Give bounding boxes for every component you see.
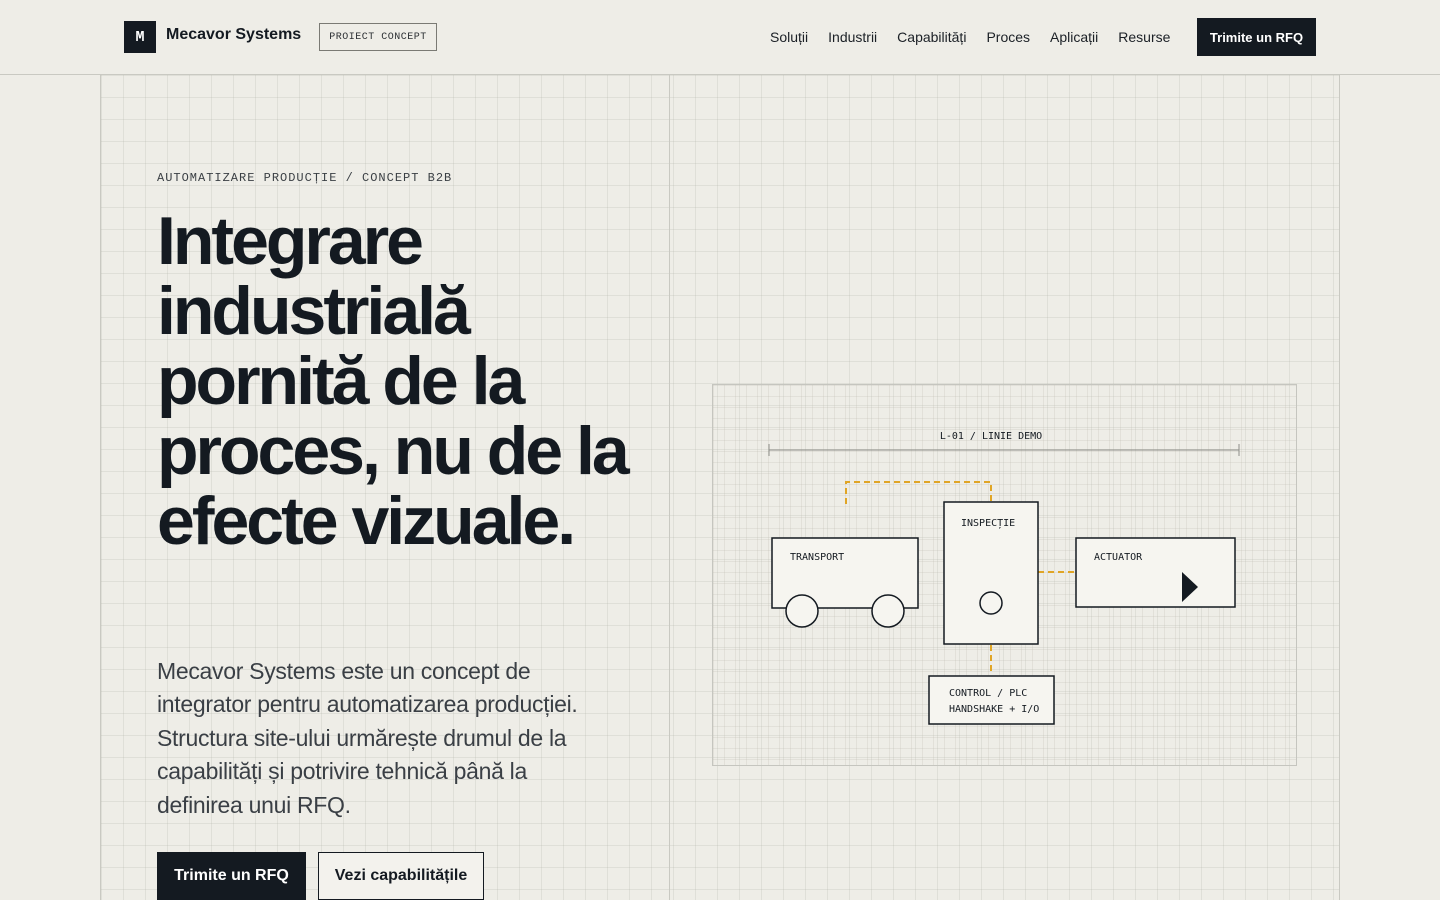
control-label-line2: HANDSHAKE + I/O <box>949 704 1039 715</box>
hero-headline: Integrare industrială pornită de la proc… <box>157 203 630 559</box>
actuator-unit[interactable]: ACTUATOR <box>1075 537 1236 608</box>
nav-item-aplicatii[interactable]: Aplicații <box>1050 29 1098 45</box>
signal-path-top <box>845 481 992 504</box>
dimension-line <box>768 444 1240 456</box>
capabilities-button[interactable]: Vezi capabilitățile <box>318 852 484 900</box>
site-header: M Mecavor Systems PROIECT CONCEPT Soluți… <box>0 0 1440 75</box>
control-plc-unit[interactable]: CONTROL / PLC HANDSHAKE + I/O <box>928 675 1055 725</box>
nav-item-resurse[interactable]: Resurse <box>1118 29 1170 45</box>
column-divider <box>669 75 670 900</box>
logo-mark[interactable]: M <box>124 21 156 53</box>
main-nav: Soluții Industrii Capabilități Proces Ap… <box>770 0 1170 74</box>
hero-eyebrow: AUTOMATIZARE PRODUCȚIE / CONCEPT B2B <box>157 171 453 185</box>
line-diagram: L-01 / LINIE DEMO TRANSPORT INSPECȚIE AC… <box>768 431 1240 725</box>
actuator-label: ACTUATOR <box>1094 552 1143 563</box>
wheel-icon <box>785 594 819 628</box>
nav-item-proces[interactable]: Proces <box>986 29 1030 45</box>
rfq-button[interactable]: Trimite un RFQ <box>157 852 306 900</box>
transport-label: TRANSPORT <box>790 552 844 563</box>
transport-unit[interactable]: TRANSPORT <box>771 537 919 628</box>
nav-item-capabilitati[interactable]: Capabilități <box>897 29 966 45</box>
line-label: L-01 / LINIE DEMO <box>940 431 1042 442</box>
nav-item-industrii[interactable]: Industrii <box>828 29 877 45</box>
hero-lead: Mecavor Systems este un concept de integ… <box>157 658 578 818</box>
wheel-icon <box>871 594 905 628</box>
concept-badge: PROIECT CONCEPT <box>319 23 437 51</box>
rfq-header-button[interactable]: Trimite un RFQ <box>1197 18 1316 56</box>
inspection-label: INSPECȚIE <box>961 518 1015 529</box>
inspection-unit[interactable]: INSPECȚIE <box>943 501 1039 645</box>
brand-name[interactable]: Mecavor Systems <box>166 26 301 44</box>
nav-item-solutii[interactable]: Soluții <box>770 29 808 45</box>
control-label-line1: CONTROL / PLC <box>949 688 1027 699</box>
